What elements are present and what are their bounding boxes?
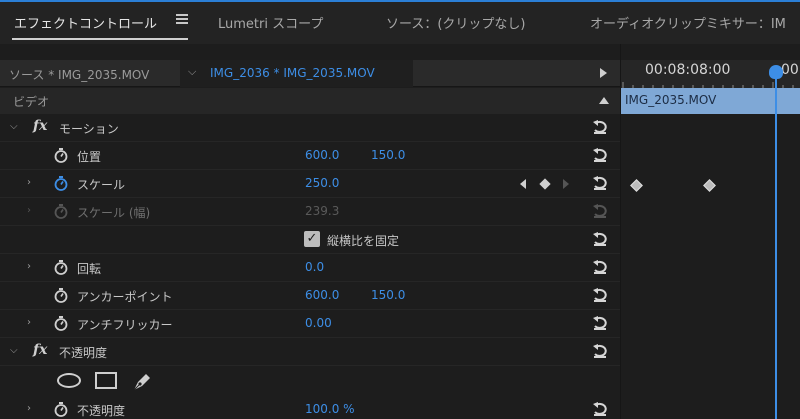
reset-icon[interactable] [591,315,609,331]
sequence-clip-tab[interactable]: ⌵ IMG_2036 * IMG_2035.MOV [180,60,413,87]
scale-width-label: スケール (幅) [77,206,151,220]
rotation-value[interactable]: 0.0 [305,260,324,274]
uniform-scale-label: 縦横比を固定 [327,234,400,248]
chevron-down-icon[interactable]: ⌵ [10,345,18,356]
position-y-value[interactable]: 150.0 [371,148,405,162]
stopwatch-icon[interactable] [54,402,68,417]
scale-label: スケール [77,178,126,192]
position-x-value[interactable]: 600.0 [305,148,339,162]
reset-icon[interactable] [591,401,609,417]
reset-icon[interactable] [591,287,609,303]
position-param-row: 位置 600.0 150.0 [0,142,620,170]
reset-icon[interactable] [591,147,609,163]
anchor-point-label: アンカーポイント [77,290,173,304]
opacity-param-row: › 不透明度 100.0 % [0,396,620,419]
stopwatch-icon[interactable] [54,316,68,331]
scale-width-param-row: › スケール (幅) 239.3 [0,198,620,226]
stopwatch-icon[interactable] [54,288,68,303]
stopwatch-icon [54,204,68,219]
tab-source[interactable]: ソース：(クリップなし) [386,13,526,32]
anti-flicker-label: アンチフリッカー [77,318,173,332]
chevron-down-icon[interactable]: ⌵ [10,121,18,132]
timeline-clip-name: IMG_2035.MOV [625,93,717,107]
uniform-scale-checkbox[interactable]: ✓ [304,231,320,247]
anti-flicker-param-row: › アンチフリッカー 0.00 [0,310,620,338]
chevron-right-icon: › [27,205,31,216]
uniform-scale-row: ✓ 縦横比を固定 [0,226,620,254]
play-triangle-icon[interactable] [600,68,607,78]
fx-icon[interactable]: fx [33,118,47,134]
ellipse-mask-icon[interactable] [57,373,81,388]
stopwatch-icon[interactable] [54,148,68,163]
ruler-ticks [622,82,794,88]
mask-tools [0,366,620,396]
playhead-handle[interactable] [769,65,783,79]
chevron-right-icon[interactable]: › [27,261,31,272]
keyframe-marker[interactable] [703,179,716,192]
anchor-point-param-row: アンカーポイント 600.0 150.0 [0,282,620,310]
chevron-down-icon[interactable]: ⌵ [188,65,196,79]
next-keyframe-icon[interactable] [563,179,569,189]
fx-icon[interactable]: fx [33,342,47,358]
keyframe-marker[interactable] [630,179,643,192]
scale-width-value: 239.3 [305,204,340,218]
reset-icon [593,204,607,218]
position-label: 位置 [77,150,102,164]
video-section-header: ビデオ [0,88,620,114]
opacity-param-label: 不透明度 [77,404,126,418]
motion-effect-row: ⌵ fx モーション [0,114,620,142]
stopwatch-active-icon[interactable] [54,176,68,191]
opacity-value[interactable]: 100.0 % [305,402,355,416]
clip-selector-bar: ソース * IMG_2035.MOV ⌵ IMG_2036 * IMG_2035… [0,60,620,87]
tab-lumetri-scopes[interactable]: Lumetri スコープ [218,13,323,32]
timecode-label: 00:08:08:00 [645,62,731,78]
rectangle-mask-icon[interactable] [95,372,117,389]
keyframe-navigator [520,177,572,191]
effect-timeline[interactable]: 00:08:08:00 00: IMG_2035.MOV [620,44,800,419]
source-clip-label[interactable]: ソース * IMG_2035.MOV [9,66,149,83]
playhead-line[interactable] [775,72,777,419]
stopwatch-icon[interactable] [54,260,68,275]
chevron-right-icon[interactable]: › [27,177,31,188]
pen-mask-icon[interactable] [130,369,154,393]
reset-icon[interactable] [591,343,609,359]
timecode-label-cut: 00: [781,62,800,78]
previous-keyframe-icon[interactable] [520,179,526,189]
collapse-up-icon[interactable] [599,97,609,104]
scale-value[interactable]: 250.0 [305,176,339,190]
opacity-effect-row: ⌵ fx 不透明度 [0,338,620,366]
video-section-label: ビデオ [13,95,50,109]
rotation-param-row: › 回転 0.0 [0,254,620,282]
anti-flicker-value[interactable]: 0.00 [305,316,332,330]
motion-label: モーション [59,122,119,136]
reset-icon[interactable] [591,259,609,275]
chevron-right-icon[interactable]: › [27,403,31,414]
reset-icon[interactable] [591,119,609,135]
tab-audio-clip-mixer[interactable]: オーディオクリップミキサー：IM [590,13,786,32]
anchor-y-value[interactable]: 150.0 [371,288,405,302]
anchor-x-value[interactable]: 600.0 [305,288,339,302]
reset-icon[interactable] [591,175,609,191]
scale-param-row: › スケール 250.0 [0,170,620,198]
timeline-clip[interactable]: IMG_2035.MOV [621,88,800,114]
active-tab-underline [12,38,188,40]
reset-icon[interactable] [591,231,609,247]
panel-tab-bar: エフェクトコントロール Lumetri スコープ ソース：(クリップなし) オー… [0,0,800,44]
add-keyframe-icon[interactable] [539,178,551,190]
panel-menu-icon[interactable] [176,14,188,24]
tab-effect-controls[interactable]: エフェクトコントロール [14,13,157,32]
chevron-right-icon[interactable]: › [27,317,31,328]
opacity-effect-label: 不透明度 [59,346,108,360]
rotation-label: 回転 [77,262,102,276]
sequence-clip-label[interactable]: IMG_2036 * IMG_2035.MOV [210,66,375,80]
